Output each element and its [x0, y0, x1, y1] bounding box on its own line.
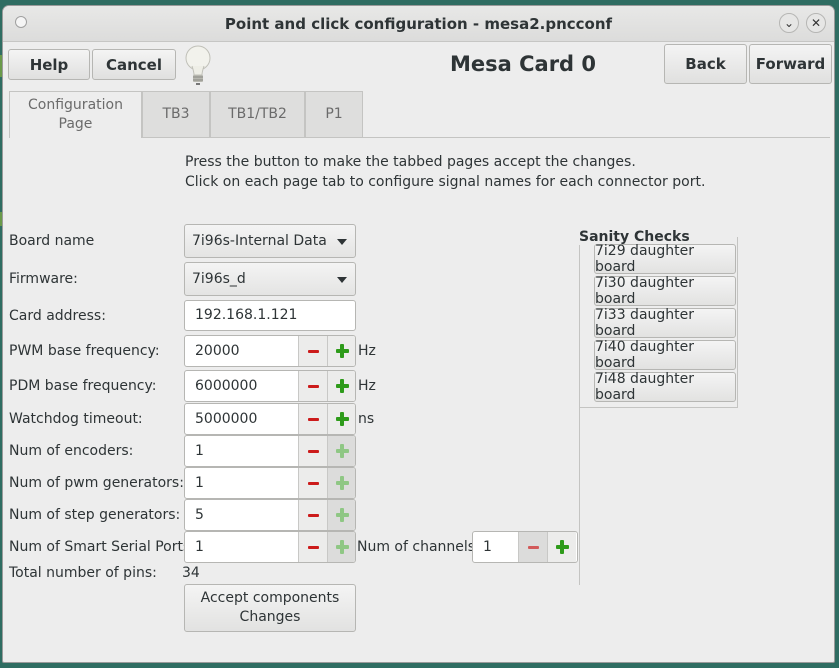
tab-tb3[interactable]: TB3 — [142, 91, 210, 137]
decrement-button[interactable] — [298, 468, 327, 498]
minus-icon — [308, 546, 319, 549]
pdm-frequency-spinner[interactable]: 6000000 — [184, 370, 356, 402]
increment-button[interactable] — [327, 468, 355, 498]
step-generators-value: 5 — [195, 507, 204, 523]
sanity-7i29-button[interactable]: 7i29 daughter board — [594, 243, 736, 275]
encoders-label: Num of encoders: — [9, 443, 134, 459]
instructions: Press the button to make the tabbed page… — [185, 152, 705, 192]
step-generators-spinner[interactable]: 5 — [184, 499, 356, 531]
pwm-frequency-label: PWM base frequency: — [9, 343, 160, 359]
card-address-value: 192.168.1.121 — [195, 307, 298, 323]
increment-button[interactable] — [547, 532, 576, 562]
back-button[interactable]: Back — [664, 44, 747, 84]
decrement-button[interactable] — [298, 436, 327, 466]
decrement-button[interactable] — [298, 404, 327, 434]
decrement-button[interactable] — [518, 532, 547, 562]
sanity-7i40-button[interactable]: 7i40 daughter board — [594, 339, 736, 371]
minimize-icon[interactable]: ⌄ — [779, 13, 799, 33]
minus-icon — [308, 350, 319, 353]
tab-p1[interactable]: P1 — [305, 91, 363, 137]
minus-icon — [308, 418, 319, 421]
board-name-label: Board name — [9, 233, 95, 249]
firmware-combo[interactable]: 7i96s_d — [184, 262, 356, 296]
instruction-line: Click on each page tab to configure sign… — [185, 174, 706, 190]
channels-label: Num of channels: — [357, 539, 480, 555]
tab-configuration-page[interactable]: Configuration Page — [9, 91, 142, 138]
tab-label-line2: Page — [58, 116, 93, 132]
accept-components-button[interactable]: Accept components Changes — [184, 584, 356, 632]
board-name-value: 7i96s-Internal Data — [192, 233, 327, 249]
pdm-frequency-value: 6000000 — [195, 378, 258, 394]
accept-label-line2: Changes — [239, 609, 301, 625]
card-address-label: Card address: — [9, 308, 106, 324]
dropdown-arrow-icon — [337, 239, 347, 245]
pwm-frequency-value: 20000 — [195, 343, 240, 359]
minus-icon — [308, 514, 319, 517]
channels-spinner[interactable]: 1 — [472, 531, 578, 563]
watchdog-value: 5000000 — [195, 411, 258, 427]
dropdown-arrow-icon — [337, 277, 347, 283]
total-pins-label: Total number of pins: — [9, 565, 157, 581]
pwm-frequency-spinner[interactable]: 20000 — [184, 335, 356, 367]
pwm-generators-label: Num of pwm generators: — [9, 475, 184, 491]
close-icon[interactable]: ✕ — [806, 13, 826, 33]
increment-button[interactable] — [327, 500, 355, 530]
decrement-button[interactable] — [298, 336, 327, 366]
channels-value: 1 — [483, 539, 492, 555]
encoders-value: 1 — [195, 443, 204, 459]
pdm-frequency-unit: Hz — [358, 378, 376, 394]
pdm-frequency-label: PDM base frequency: — [9, 378, 157, 394]
page-title: Mesa Card 0 — [449, 52, 596, 76]
watchdog-unit: ns — [358, 411, 375, 427]
accept-label-line1: Accept components — [200, 590, 340, 606]
cancel-button[interactable]: Cancel — [92, 49, 176, 80]
minus-icon — [308, 450, 319, 453]
firmware-value: 7i96s_d — [192, 271, 246, 287]
board-name-combo[interactable]: 7i96s-Internal Data — [184, 224, 356, 258]
main-window: Point and click configuration - mesa2.pn… — [2, 5, 835, 663]
decrement-button[interactable] — [298, 371, 327, 401]
lightbulb-icon — [185, 45, 211, 85]
help-button[interactable]: Help — [8, 49, 90, 80]
minus-icon — [528, 546, 539, 549]
sanity-7i48-button[interactable]: 7i48 daughter board — [594, 371, 736, 403]
forward-button[interactable]: Forward — [749, 44, 832, 84]
increment-button[interactable] — [327, 532, 355, 562]
minus-icon — [308, 482, 319, 485]
tab-tb1-tb2[interactable]: TB1/TB2 — [210, 91, 305, 137]
pwm-generators-value: 1 — [195, 475, 204, 491]
window-title: Point and click configuration - mesa2.pn… — [224, 15, 613, 33]
watchdog-label: Watchdog timeout: — [9, 411, 143, 427]
total-pins-value: 34 — [182, 565, 200, 581]
instruction-line: Press the button to make the tabbed page… — [185, 154, 636, 170]
encoders-spinner[interactable]: 1 — [184, 435, 356, 467]
firmware-label: Firmware: — [9, 271, 78, 287]
step-generators-label: Num of step generators: — [9, 507, 181, 523]
increment-button[interactable] — [327, 436, 355, 466]
card-address-field[interactable]: 192.168.1.121 — [184, 300, 356, 331]
title-bar[interactable]: Point and click configuration - mesa2.pn… — [3, 6, 834, 42]
minus-icon — [308, 385, 319, 388]
tab-bar: Configuration Page TB3 TB1/TB2 P1 — [9, 91, 830, 138]
smart-serial-label: Num of Smart Serial Ports: — [9, 539, 196, 555]
pwm-generators-spinner[interactable]: 1 — [184, 467, 356, 499]
watchdog-spinner[interactable]: 5000000 — [184, 403, 356, 435]
smart-serial-value: 1 — [195, 539, 204, 555]
tab-label-line1: Configuration — [28, 97, 123, 113]
sanity-7i33-button[interactable]: 7i33 daughter board — [594, 307, 736, 339]
decrement-button[interactable] — [298, 532, 327, 562]
sanity-7i30-button[interactable]: 7i30 daughter board — [594, 275, 736, 307]
increment-button[interactable] — [327, 336, 355, 366]
increment-button[interactable] — [327, 404, 355, 434]
pwm-frequency-unit: Hz — [358, 343, 376, 359]
increment-button[interactable] — [327, 371, 355, 401]
smart-serial-spinner[interactable]: 1 — [184, 531, 356, 563]
decrement-button[interactable] — [298, 500, 327, 530]
